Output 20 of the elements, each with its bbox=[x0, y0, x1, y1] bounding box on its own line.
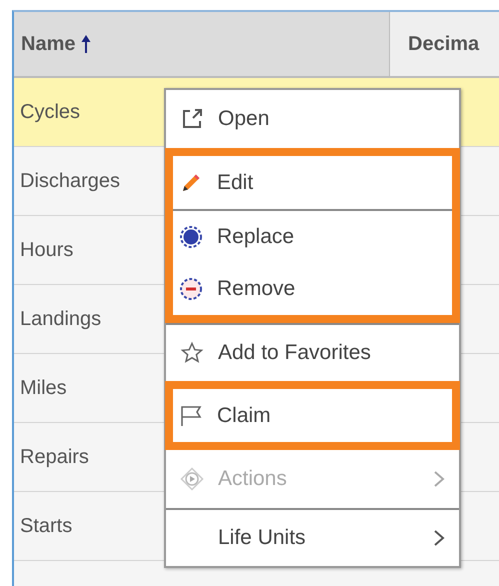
menu-item[interactable]: Add to Favorites bbox=[166, 323, 459, 381]
table-cell-text: Starts bbox=[20, 514, 72, 539]
table-cell-text: Landings bbox=[20, 307, 102, 332]
menu-item[interactable]: Open bbox=[166, 90, 459, 148]
flag-icon bbox=[179, 404, 203, 428]
menu-item[interactable]: Life Units bbox=[166, 508, 459, 566]
menu-item[interactable]: Edit bbox=[173, 156, 452, 209]
replace-icon bbox=[179, 224, 203, 248]
play-icon bbox=[180, 467, 204, 491]
column-header[interactable]: Decima bbox=[390, 12, 499, 76]
column-header[interactable]: Name bbox=[14, 12, 390, 76]
star-icon bbox=[180, 341, 204, 365]
table-cell-text: Miles bbox=[20, 376, 67, 401]
table-cell-text: Discharges bbox=[20, 169, 120, 194]
table-cell-text: Hours bbox=[20, 238, 74, 263]
menu-item[interactable]: Replace bbox=[173, 209, 452, 262]
external-link-icon bbox=[180, 107, 204, 131]
table-cell-text: Repairs bbox=[20, 445, 89, 470]
remove-icon bbox=[179, 276, 203, 300]
table-cell-text: Cycles bbox=[20, 100, 80, 125]
